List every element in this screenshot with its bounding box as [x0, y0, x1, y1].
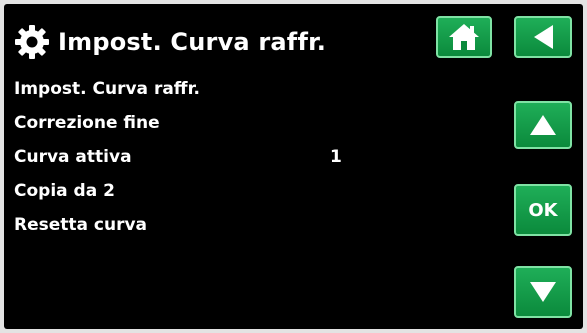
menu-item-cooling-curve-settings[interactable]: Impost. Curva raffr.	[14, 79, 200, 99]
menu-item-reset-curve[interactable]: Resetta curva	[14, 215, 147, 235]
active-curve-value: 1	[330, 147, 342, 167]
page-title: Impost. Curva raffr.	[58, 28, 327, 56]
menu-item-fine-correction[interactable]: Correzione fine	[14, 113, 160, 133]
home-icon	[449, 24, 479, 50]
down-button[interactable]	[514, 266, 572, 318]
menu-item-copy-from-2[interactable]: Copia da 2	[14, 181, 115, 201]
up-arrow-icon	[530, 115, 556, 135]
down-arrow-icon	[530, 282, 556, 302]
home-button[interactable]	[436, 16, 492, 58]
up-button[interactable]	[514, 101, 572, 149]
ok-button-label: OK	[528, 199, 558, 221]
menu-item-active-curve[interactable]: Curva attiva	[14, 147, 132, 167]
ok-button[interactable]: OK	[514, 184, 572, 236]
title-bar: Impost. Curva raffr.	[14, 20, 326, 64]
back-button[interactable]	[514, 16, 572, 58]
display-screen: Impost. Curva raffr. Impost. Curva raffr…	[4, 4, 583, 329]
back-arrow-icon	[534, 25, 553, 49]
gear-icon	[15, 25, 49, 59]
